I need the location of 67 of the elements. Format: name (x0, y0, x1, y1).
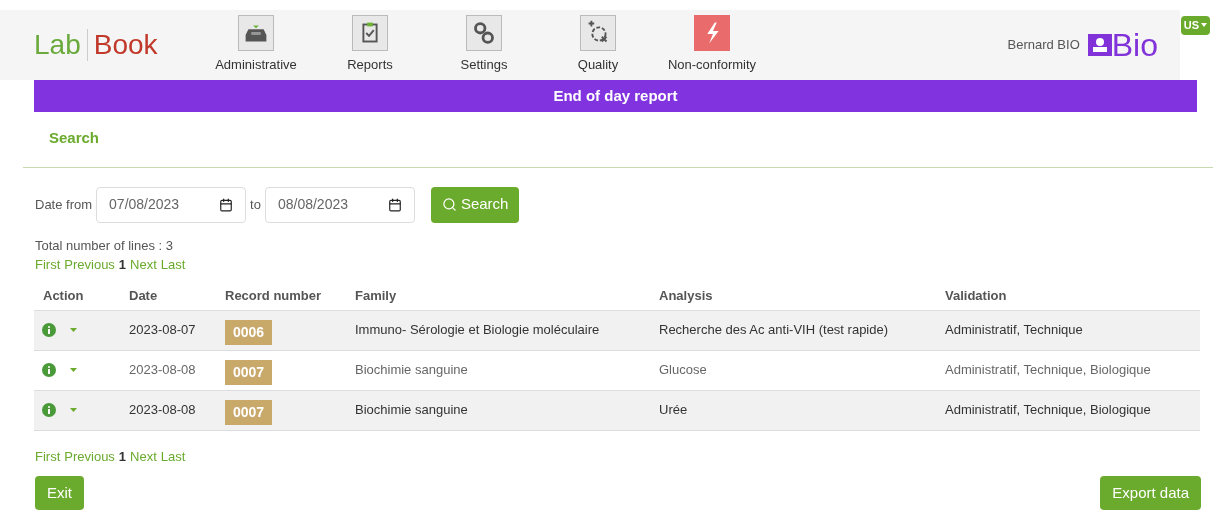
caret-icon[interactable] (70, 368, 77, 372)
family-cell-text: Biochimie sanguine (355, 361, 469, 380)
family-cell-text: Biochimie sanguine (355, 401, 469, 420)
lightning-icon (694, 15, 730, 52)
record-number-badge: 0007 (225, 359, 273, 385)
total-lines: Total number of lines : 3 (35, 236, 175, 255)
date-cell-text: 2023-08-07 (129, 321, 197, 340)
validation-cell-text: Administratif, Technique, Biologique (945, 401, 1152, 420)
analysis-cell-text: Urée (659, 401, 689, 420)
info-icon[interactable] (42, 403, 56, 417)
pagination-link[interactable]: Previous (64, 255, 115, 275)
column-header: Date (129, 286, 159, 305)
user-icon (1087, 34, 1112, 56)
caret-icon[interactable] (70, 408, 77, 412)
date-to-label: to (250, 195, 261, 214)
column-header: Family (355, 286, 398, 305)
nav-item[interactable]: Non-conformity (660, 15, 764, 75)
pagination-link[interactable]: Next (130, 255, 157, 275)
pagination-link[interactable]: First (35, 446, 61, 466)
pagination-link[interactable]: Next (130, 446, 157, 466)
gears-icon (466, 15, 502, 52)
column-header: Record number (225, 286, 323, 305)
date-to-field[interactable]: 08/08/2023 (264, 186, 415, 223)
caret-icon[interactable] (70, 328, 77, 332)
search-icon (441, 197, 457, 212)
section-title: Search (49, 128, 101, 148)
search-button[interactable]: Search (430, 186, 520, 223)
nav-item[interactable]: Quality (546, 15, 650, 75)
column-header: Validation (945, 286, 1008, 305)
pagination-link[interactable]: First (35, 255, 61, 275)
calendar-icon (219, 197, 234, 212)
analysis-cell-text: Glucose (659, 361, 708, 380)
date-cell-text: 2023-08-08 (129, 401, 197, 420)
family-cell-text: Immuno- Sérologie et Biologie moléculaire (355, 321, 601, 340)
validation-cell-text: Administratif, Technique (945, 321, 1084, 340)
validation-cell-text: Administratif, Technique, Biologique (945, 361, 1152, 380)
info-icon[interactable] (42, 323, 56, 337)
caret-icon (1201, 23, 1207, 28)
user-logo: Bio (1087, 29, 1158, 61)
nav-item[interactable]: Settings (432, 15, 536, 75)
exit-button[interactable]: Exit (35, 476, 84, 510)
clipboard-check-icon (352, 15, 388, 52)
export-button[interactable]: Export data (1100, 476, 1201, 510)
column-header: Action (42, 286, 85, 305)
page-title: End of day report (34, 80, 1197, 112)
analysis-cell-text: Recherche des Ac anti-VIH (test rapide) (659, 321, 890, 340)
logo-book: Book (93, 28, 158, 62)
date-from-field[interactable]: 07/08/2023 (96, 186, 247, 223)
column-header: Analysis (659, 286, 714, 305)
pagination-link[interactable]: Previous (64, 446, 115, 466)
record-number-badge: 0006 (225, 319, 273, 345)
pagination-link[interactable]: Last (160, 255, 186, 275)
language-button[interactable]: US (1180, 16, 1210, 35)
date-from-label: Date from (35, 195, 93, 214)
tray-icon (238, 15, 274, 52)
nav-item[interactable]: Reports (318, 15, 422, 75)
info-icon[interactable] (42, 363, 56, 377)
user-name: Bernard BIO (1007, 36, 1080, 55)
current-page: 1 (118, 447, 127, 466)
logo-lab: Lab (34, 28, 81, 62)
current-page: 1 (118, 256, 127, 274)
date-cell-text: 2023-08-08 (129, 361, 197, 380)
record-number-badge: 0007 (225, 399, 273, 425)
nav-item[interactable]: Administrative (204, 15, 308, 75)
calendar-icon (387, 197, 402, 212)
crosshair-icon (580, 15, 616, 52)
pagination-link[interactable]: Last (160, 446, 186, 466)
